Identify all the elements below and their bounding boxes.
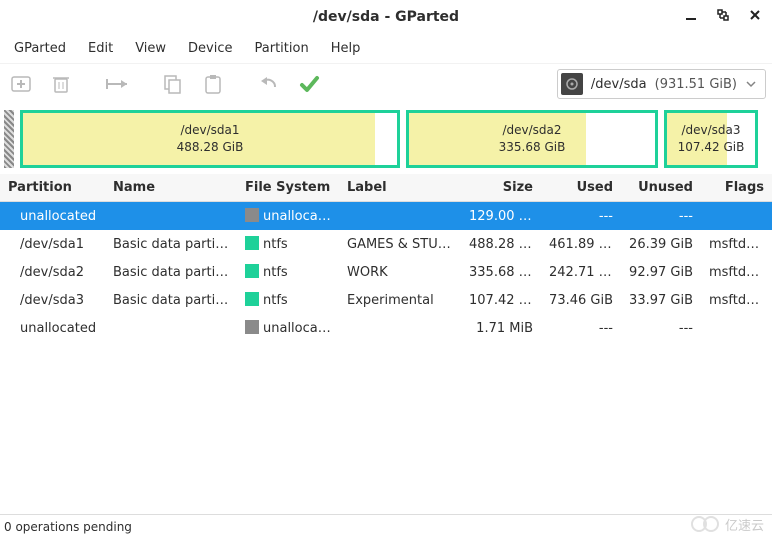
- cell-filesystem: ntfs: [237, 230, 339, 258]
- window-controls: [682, 6, 764, 24]
- cell-label: [339, 202, 461, 231]
- menu-edit[interactable]: Edit: [78, 37, 123, 60]
- delete-partition-icon[interactable]: [46, 69, 76, 99]
- menu-view[interactable]: View: [125, 37, 176, 60]
- cell-partition: /dev/sda3: [0, 286, 105, 314]
- cell-name: Basic data partition: [105, 258, 237, 286]
- col-used[interactable]: Used: [541, 174, 621, 202]
- cell-used: 242.71 GiB: [541, 258, 621, 286]
- cell-used: ---: [541, 314, 621, 342]
- col-partition[interactable]: Partition: [0, 174, 105, 202]
- filesystem-swatch: [245, 292, 259, 306]
- watermark: 亿速云: [689, 514, 764, 534]
- minimize-icon[interactable]: [682, 6, 700, 24]
- cell-used: ---: [541, 202, 621, 231]
- cell-partition: unallocated: [0, 314, 105, 342]
- new-partition-icon[interactable]: [6, 69, 36, 99]
- cell-partition: unallocated: [0, 202, 105, 231]
- cell-label: GAMES & STUDY: [339, 230, 461, 258]
- menu-help[interactable]: Help: [321, 37, 371, 60]
- cell-filesystem: unallocated: [237, 314, 339, 342]
- menubar: GParted Edit View Device Partition Help: [0, 34, 772, 64]
- partition-map-item[interactable]: /dev/sda2335.68 GiB: [406, 110, 658, 168]
- filesystem-swatch: [245, 320, 259, 334]
- cell-name: [105, 202, 237, 231]
- chevron-down-icon: [745, 78, 757, 90]
- cell-size: 1.71 MiB: [461, 314, 541, 342]
- cell-filesystem: ntfs: [237, 258, 339, 286]
- cell-partition: /dev/sda2: [0, 258, 105, 286]
- cell-size: 488.28 GiB: [461, 230, 541, 258]
- filesystem-swatch: [245, 208, 259, 222]
- device-selector-device: /dev/sda: [591, 77, 647, 92]
- cell-size: 107.42 GiB: [461, 286, 541, 314]
- cell-label: [339, 314, 461, 342]
- cell-name: Basic data partition: [105, 286, 237, 314]
- cell-flags: [701, 202, 772, 231]
- col-unused[interactable]: Unused: [621, 174, 701, 202]
- maximize-icon[interactable]: [714, 6, 732, 24]
- paste-icon[interactable]: [198, 69, 228, 99]
- col-flags[interactable]: Flags: [701, 174, 772, 202]
- cell-used: 73.46 GiB: [541, 286, 621, 314]
- cell-unused: ---: [621, 314, 701, 342]
- operations-pending-label: 0 operations pending: [4, 520, 132, 534]
- cell-unused: ---: [621, 202, 701, 231]
- menu-gparted[interactable]: GParted: [4, 37, 76, 60]
- close-icon[interactable]: [746, 6, 764, 24]
- copy-icon[interactable]: [158, 69, 188, 99]
- partition-map: /dev/sda1488.28 GiB/dev/sda2335.68 GiB/d…: [0, 104, 772, 174]
- cell-filesystem: unallocated: [237, 202, 339, 231]
- undo-icon[interactable]: [254, 69, 284, 99]
- device-selector-size: (931.51 GiB): [655, 77, 737, 92]
- cell-unused: 26.39 GiB: [621, 230, 701, 258]
- cell-flags: msftdata: [701, 258, 772, 286]
- cell-unused: 33.97 GiB: [621, 286, 701, 314]
- col-size[interactable]: Size: [461, 174, 541, 202]
- table-row[interactable]: /dev/sda2Basic data partitionntfsWORK335…: [0, 258, 772, 286]
- cell-size: 129.00 MiB: [461, 202, 541, 231]
- titlebar: /dev/sda - GParted: [0, 0, 772, 34]
- cell-label: WORK: [339, 258, 461, 286]
- table-row[interactable]: /dev/sda3Basic data partitionntfsExperim…: [0, 286, 772, 314]
- cell-size: 335.68 GiB: [461, 258, 541, 286]
- menu-device[interactable]: Device: [178, 37, 242, 60]
- partition-map-unallocated[interactable]: [4, 110, 14, 168]
- cell-label: Experimental: [339, 286, 461, 314]
- cell-partition: /dev/sda1: [0, 230, 105, 258]
- col-name[interactable]: Name: [105, 174, 237, 202]
- hard-disk-icon: [561, 73, 583, 95]
- device-selector[interactable]: /dev/sda (931.51 GiB): [557, 69, 766, 99]
- partition-map-item[interactable]: /dev/sda3107.42 GiB: [664, 110, 758, 168]
- partition-map-item[interactable]: /dev/sda1488.28 GiB: [20, 110, 400, 168]
- cell-flags: msftdata: [701, 286, 772, 314]
- table-row[interactable]: unallocatedunallocated129.00 MiB------: [0, 202, 772, 231]
- statusbar: 0 operations pending 亿速云: [0, 514, 772, 538]
- cell-flags: [701, 314, 772, 342]
- cell-name: Basic data partition: [105, 230, 237, 258]
- table-row[interactable]: /dev/sda1Basic data partitionntfsGAMES &…: [0, 230, 772, 258]
- toolbar: /dev/sda (931.51 GiB): [0, 64, 772, 104]
- col-filesystem[interactable]: File System: [237, 174, 339, 202]
- col-label[interactable]: Label: [339, 174, 461, 202]
- apply-icon[interactable]: [294, 69, 324, 99]
- cell-flags: msftdata: [701, 230, 772, 258]
- cell-name: [105, 314, 237, 342]
- table-row[interactable]: unallocatedunallocated1.71 MiB------: [0, 314, 772, 342]
- cell-unused: 92.97 GiB: [621, 258, 701, 286]
- cell-used: 461.89 GiB: [541, 230, 621, 258]
- window-title: /dev/sda - GParted: [313, 9, 459, 25]
- partition-list: Partition Name File System Label Size Us…: [0, 174, 772, 514]
- menu-partition[interactable]: Partition: [245, 37, 319, 60]
- table-header-row: Partition Name File System Label Size Us…: [0, 174, 772, 202]
- resize-move-icon[interactable]: [102, 69, 132, 99]
- filesystem-swatch: [245, 264, 259, 278]
- cell-filesystem: ntfs: [237, 286, 339, 314]
- filesystem-swatch: [245, 236, 259, 250]
